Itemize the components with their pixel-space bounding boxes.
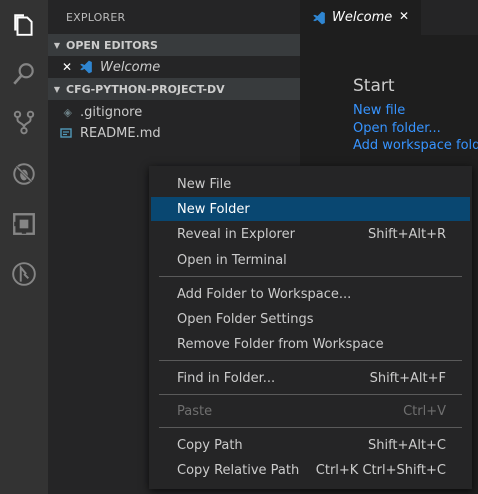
menu-item-copy-path[interactable]: Copy Path Shift+Alt+C: [151, 433, 470, 457]
open-editors-label: OPEN EDITORS: [66, 38, 158, 52]
vscode-icon: [312, 11, 326, 25]
vscode-icon: [76, 60, 96, 74]
markdown-file-icon: [48, 127, 72, 139]
project-label: CFG-PYTHON-PROJECT-DV: [66, 82, 225, 96]
menu-item-paste: Paste Ctrl+V: [177, 403, 446, 419]
chevron-down-icon: ▼: [53, 84, 61, 94]
chevron-down-icon: ▼: [53, 40, 61, 50]
file-label: README.md: [80, 125, 161, 141]
menu-separator: [159, 394, 462, 395]
remote-icon[interactable]: [0, 250, 48, 298]
menu-item-add-folder-to-workspace[interactable]: Add Folder to Workspace...: [151, 282, 470, 306]
files-icon[interactable]: [0, 0, 48, 48]
menu-item-open-in-terminal[interactable]: Open in Terminal: [151, 248, 470, 272]
activity-bar: [0, 0, 48, 494]
tab-bar: Welcome ✕: [300, 0, 478, 35]
open-editor-label: Welcome: [100, 59, 161, 75]
menu-separator: [159, 360, 462, 361]
close-icon[interactable]: ✕: [399, 9, 409, 23]
menu-separator: [159, 276, 462, 277]
search-icon[interactable]: [0, 50, 48, 98]
project-header[interactable]: ▼ CFG-PYTHON-PROJECT-DV: [48, 78, 300, 100]
menu-item-reveal-in-explorer[interactable]: Reveal in Explorer Shift+Alt+R: [151, 222, 470, 246]
tab-welcome[interactable]: Welcome ✕: [300, 0, 421, 35]
file-item-readme[interactable]: README.md: [48, 122, 300, 144]
add-workspace-folder-link[interactable]: Add workspace folder: [353, 138, 478, 153]
tab-label: Welcome: [332, 10, 393, 25]
debug-icon[interactable]: [0, 150, 48, 198]
file-label: .gitignore: [80, 104, 143, 120]
menu-item-copy-relative-path[interactable]: Copy Relative Path Ctrl+K Ctrl+Shift+C: [151, 458, 470, 482]
welcome-start-heading: Start: [353, 76, 395, 96]
context-menu: New File New Folder Reveal in Explorer S…: [149, 166, 472, 489]
menu-item-open-folder-settings[interactable]: Open Folder Settings: [151, 307, 470, 331]
file-item-gitignore[interactable]: ◈ .gitignore: [48, 101, 300, 123]
menu-item-new-folder[interactable]: New Folder: [151, 197, 470, 221]
open-editors-header[interactable]: ▼ OPEN EDITORS: [48, 34, 300, 56]
source-control-icon[interactable]: [0, 98, 48, 146]
menu-item-remove-folder-from-workspace[interactable]: Remove Folder from Workspace: [151, 332, 470, 356]
menu-item-find-in-folder[interactable]: Find in Folder... Shift+Alt+F: [151, 366, 470, 390]
menu-separator: [159, 427, 462, 428]
settings-file-icon: ◈: [63, 105, 72, 119]
new-file-link[interactable]: New file: [353, 103, 405, 118]
open-folder-link[interactable]: Open folder...: [353, 121, 441, 136]
menu-item-new-file[interactable]: New File: [151, 172, 470, 196]
extensions-icon[interactable]: [0, 200, 48, 248]
sidebar-title: EXPLORER: [66, 11, 126, 24]
open-editor-item-welcome[interactable]: ✕ Welcome: [48, 56, 300, 78]
close-icon[interactable]: ✕: [48, 60, 72, 74]
